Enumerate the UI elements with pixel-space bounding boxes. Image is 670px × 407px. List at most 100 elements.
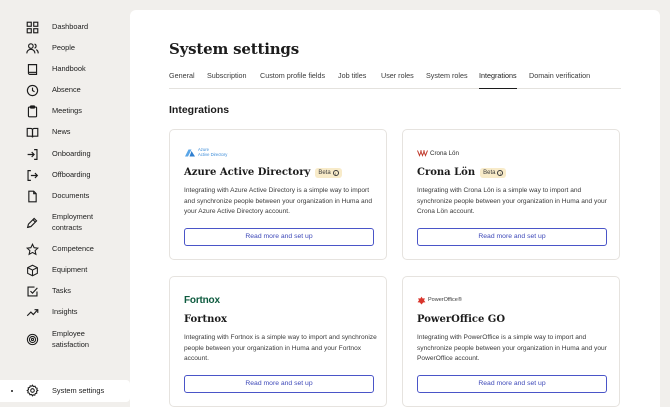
integration-card-crona: Crona Lön Crona Lön Beta i Integrating wi… (402, 129, 620, 260)
crona-mark-icon (417, 150, 428, 157)
sidebar-item-label: Equipment (52, 265, 88, 274)
integration-description: Integrating with PowerOffice is a simple… (417, 334, 607, 362)
clock-icon (26, 84, 39, 97)
tab-subscription[interactable]: Subscription (207, 71, 247, 89)
sidebar-item-system-settings[interactable]: System settings (0, 380, 130, 402)
grid-icon (26, 21, 39, 34)
crona-logo: Crona Lön (417, 146, 459, 160)
logo-text: Crona Lön (430, 149, 459, 157)
sidebar-item-employment-contracts[interactable]: Employment contracts (0, 211, 130, 234)
sidebar-item-handbook[interactable]: Handbook (0, 63, 130, 75)
azure-logo: Azure Active Directory (184, 146, 227, 160)
logo-text: Active Directory (198, 152, 228, 157)
integration-description: Integrating with Fortnox is a simple way… (184, 334, 377, 362)
fortnox-logo: Fortnox (184, 293, 220, 307)
tab-domain-verification[interactable]: Domain verification (529, 71, 590, 89)
integration-description: Integrating with Azure Active Directory … (184, 187, 373, 215)
sidebar-item-label: Onboarding (52, 149, 91, 158)
sidebar-item-label: Handbook (52, 64, 86, 73)
sidebar-item-label: Absence (52, 85, 81, 94)
poweroffice-mark-icon (417, 296, 426, 304)
tab-bar: General Subscription Custom profile fiel… (169, 70, 621, 89)
integration-title: PowerOffice GO (417, 314, 506, 325)
sidebar-item-label: People (52, 43, 76, 52)
sidebar-item-offboarding[interactable]: Offboarding (0, 169, 130, 181)
target-icon (26, 333, 39, 346)
sidebar-item-label: Competence (52, 244, 94, 253)
tab-integrations[interactable]: Integrations (479, 71, 517, 89)
poweroffice-logo: PowerOffice® (417, 293, 462, 307)
read-more-button[interactable]: Read more and set up (417, 228, 607, 246)
sidebar-item-competence[interactable]: Competence (0, 243, 130, 256)
sidebar-item-equipment[interactable]: Equipment (0, 264, 130, 277)
main-panel: System settings General Subscription Cus… (130, 10, 660, 407)
integration-title: Crona Lön (417, 167, 476, 178)
badge-label: Beta (318, 169, 331, 176)
document-icon (26, 190, 39, 203)
tab-system-roles[interactable]: System roles (426, 71, 468, 89)
pen-icon (26, 216, 39, 229)
sidebar-item-label: Insights (52, 307, 78, 316)
sidebar-item-people[interactable]: People (0, 42, 130, 54)
sidebar-item-label: Employment contracts (52, 212, 93, 233)
sidebar-item-label: Dashboard (52, 22, 89, 31)
integration-title: Azure Active Directory (184, 167, 311, 178)
info-icon[interactable]: i (332, 169, 339, 176)
logo-text: PowerOffice® (428, 297, 462, 303)
tab-custom-profile-fields[interactable]: Custom profile fields (260, 71, 325, 89)
tab-general[interactable]: General (169, 71, 195, 89)
logout-icon (26, 169, 39, 182)
sidebar-item-documents[interactable]: Documents (0, 190, 130, 203)
sidebar-item-meetings[interactable]: Meetings (0, 105, 130, 118)
login-icon (26, 148, 39, 161)
integration-name: Fortnox (184, 314, 227, 325)
integration-description: Integrating with Crona Lön is a simple w… (417, 187, 607, 215)
beta-badge: Beta i (315, 167, 342, 178)
sidebar-item-label: Documents (52, 191, 90, 200)
info-icon[interactable]: i (497, 169, 504, 176)
label-line: contracts (52, 222, 82, 232)
integration-title: Fortnox (184, 314, 228, 325)
integration-card-fortnox: Fortnox Fortnox Integrating with Fortnox… (169, 276, 387, 407)
sidebar-item-tasks[interactable]: Tasks (0, 285, 130, 297)
sidebar-item-absence[interactable]: Absence (0, 84, 130, 97)
trend-icon (26, 306, 39, 319)
open-book-icon (26, 126, 39, 139)
label-line: satisfaction (52, 339, 89, 349)
clipboard-icon (26, 105, 39, 118)
sidebar-item-dashboard[interactable]: Dashboard (0, 21, 130, 34)
tab-job-titles[interactable]: Job titles (338, 71, 366, 89)
sidebar-item-onboarding[interactable]: Onboarding (0, 148, 130, 160)
read-more-button[interactable]: Read more and set up (417, 375, 607, 393)
integration-name: Crona Lön Beta i (417, 167, 507, 178)
page-title: System settings (169, 40, 299, 58)
checkbox-icon (26, 285, 39, 298)
sidebar-item-label: Offboarding (52, 170, 91, 179)
integration-card-azure: Azure Active Directory Azure Active Direc… (169, 129, 387, 260)
sidebar-item-label: System settings (52, 386, 105, 395)
badge-label: Beta (483, 169, 496, 176)
label-line: Employee (52, 329, 85, 338)
read-more-button[interactable]: Read more and set up (184, 375, 374, 393)
box-icon (26, 264, 39, 277)
integration-name: Azure Active Directory Beta i (184, 167, 342, 178)
tab-user-roles[interactable]: User roles (381, 71, 414, 89)
star-icon (26, 243, 39, 256)
gear-icon (26, 384, 39, 397)
book-icon (26, 63, 39, 76)
people-icon (26, 42, 39, 55)
sidebar: Dashboard People Handbook Absence Meetin… (0, 0, 130, 407)
integration-name: PowerOffice GO (417, 314, 505, 325)
sidebar-item-insights[interactable]: Insights (0, 306, 130, 318)
sidebar-item-label: Meetings (52, 106, 82, 115)
logo-text: Fortnox (184, 294, 220, 306)
section-title: Integrations (169, 104, 230, 116)
sidebar-item-label: Tasks (52, 286, 71, 295)
integration-card-poweroffice: PowerOffice® PowerOffice GO Integrating … (402, 276, 620, 407)
sidebar-item-employee-satisfaction[interactable]: Employee satisfaction (0, 328, 130, 351)
read-more-button[interactable]: Read more and set up (184, 228, 374, 246)
azure-mark-icon (185, 149, 195, 156)
sidebar-item-label: News (52, 127, 71, 136)
sidebar-item-label: Employee satisfaction (52, 329, 89, 350)
sidebar-item-news[interactable]: News (0, 126, 130, 138)
